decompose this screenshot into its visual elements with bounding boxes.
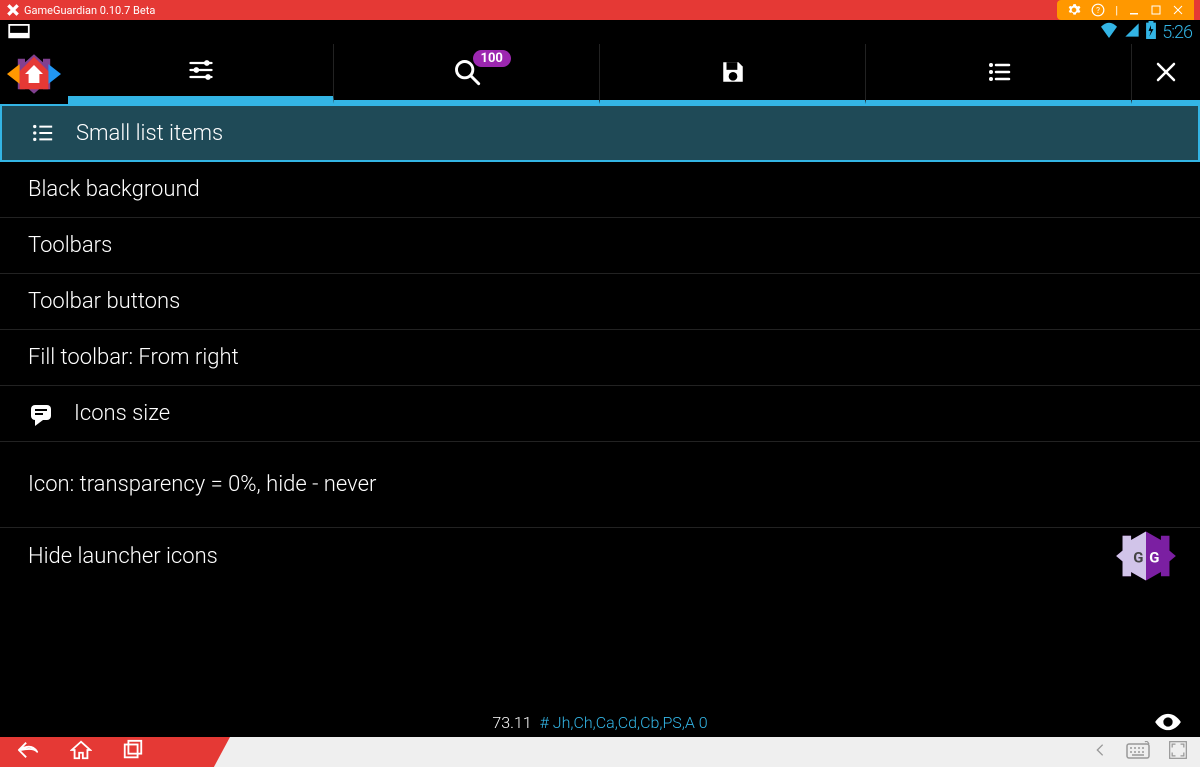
settings-item-fill-toolbar[interactable]: Fill toolbar: From right: [0, 330, 1200, 386]
signal-icon: [1124, 22, 1140, 43]
nav-caret-left-icon[interactable]: [1092, 742, 1108, 762]
settings-item-label: Icons size: [74, 401, 170, 426]
emulator-title: GameGuardian 0.10.7 Beta: [24, 4, 155, 17]
settings-item-hide-launcher[interactable]: Hide launcher icons: [0, 528, 1200, 584]
settings-item-label: Icon: transparency = 0%, hide - never: [28, 472, 376, 497]
gameguardian-overlay-icon[interactable]: G G: [1114, 529, 1178, 583]
clock-time: 5:26: [1162, 22, 1192, 43]
battery-icon: [1145, 21, 1157, 44]
list-icon: [30, 120, 56, 146]
settings-item-toolbars[interactable]: Toolbars: [0, 218, 1200, 274]
settings-item-label: Hide launcher icons: [28, 544, 218, 569]
settings-item-icon-transparency[interactable]: Icon: transparency = 0%, hide - never: [0, 442, 1200, 528]
tab-save[interactable]: [600, 44, 866, 104]
tab-settings[interactable]: [68, 44, 334, 104]
emulator-titlebar: GameGuardian 0.10.7 Beta ? |: [0, 0, 1200, 20]
app-home-icon[interactable]: [0, 44, 68, 104]
settings-gear-icon[interactable]: [1067, 3, 1081, 17]
settings-list: Small list items Black background Toolba…: [0, 104, 1200, 707]
divider: |: [1115, 4, 1118, 17]
settings-item-icons-size[interactable]: Icons size: [0, 386, 1200, 442]
search-count-badge: 100: [473, 50, 511, 67]
help-icon[interactable]: ?: [1091, 3, 1105, 17]
emulator-logo-icon: [6, 3, 20, 17]
bottom-status-bar: 73.11 # Jh,Ch,Ca,Cd,Cb,PS,A 0: [0, 707, 1200, 737]
tag-icon: [28, 401, 54, 427]
app-tab-row: 100: [0, 44, 1200, 104]
svg-text:?: ?: [1096, 5, 1100, 15]
nav-keyboard-icon[interactable]: [1126, 741, 1150, 763]
svg-text:G: G: [1149, 548, 1159, 566]
settings-item-toolbar-buttons[interactable]: Toolbar buttons: [0, 274, 1200, 330]
nav-recent-icon[interactable]: [122, 739, 144, 765]
nav-fullscreen-icon[interactable]: [1168, 740, 1188, 764]
close-button[interactable]: [1132, 44, 1200, 104]
settings-item-black-bg[interactable]: Black background: [0, 162, 1200, 218]
nav-home-icon[interactable]: [70, 739, 92, 765]
close-window-icon[interactable]: [1172, 4, 1184, 16]
wifi-icon: [1099, 22, 1119, 43]
tab-search[interactable]: 100: [334, 44, 600, 104]
tags-text: # Jh,Ch,Ca,Cd,Cb,PS,A 0: [540, 713, 708, 732]
settings-item-label: Black background: [28, 177, 200, 202]
android-status-bar: 5:26: [0, 20, 1200, 44]
settings-item-label: Small list items: [76, 121, 223, 146]
settings-item-label: Toolbars: [28, 233, 112, 258]
nav-back-icon[interactable]: [16, 739, 40, 765]
settings-item-label: Toolbar buttons: [28, 289, 180, 314]
window-mode-icon: [8, 24, 30, 40]
svg-text:G: G: [1133, 548, 1143, 566]
visibility-eye-icon[interactable]: [1154, 711, 1182, 737]
maximize-icon[interactable]: [1150, 4, 1162, 16]
tab-list[interactable]: [866, 44, 1132, 104]
version-text: 73.11: [492, 713, 531, 732]
emulator-nav-bar: [0, 737, 1200, 767]
settings-item-small-list[interactable]: Small list items: [0, 104, 1200, 162]
minimize-icon[interactable]: [1128, 4, 1140, 16]
settings-item-label: Fill toolbar: From right: [28, 345, 239, 370]
